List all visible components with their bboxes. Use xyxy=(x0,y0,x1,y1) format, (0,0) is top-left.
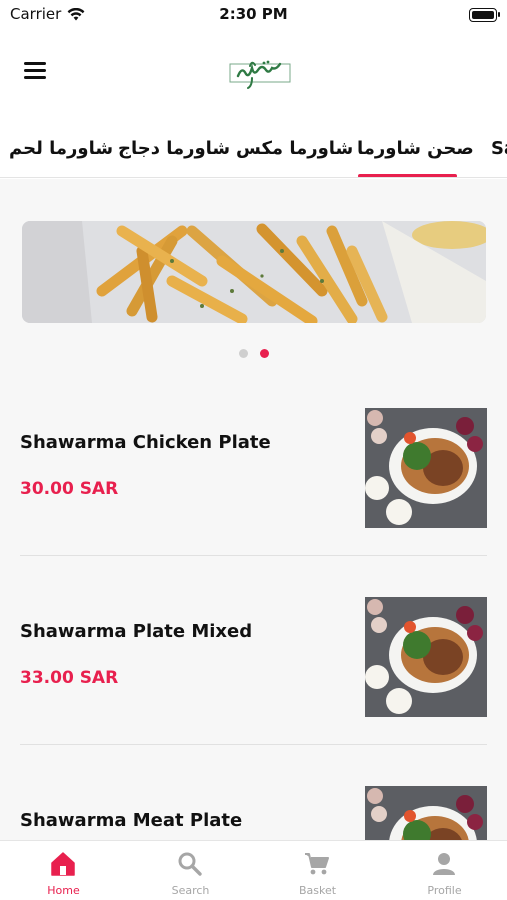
brand-logo xyxy=(229,60,291,89)
item-name: Shawarma Chicken Plate xyxy=(20,432,271,453)
status-time: 2:30 PM xyxy=(219,5,288,23)
pagination-dot-2-active[interactable] xyxy=(260,349,269,358)
nav-profile[interactable]: Profile xyxy=(381,841,507,900)
nav-search-label: Search xyxy=(171,884,210,897)
nav-basket-label: Basket xyxy=(298,884,337,897)
menu-item-card[interactable]: Shawarma Plate Mixed 33.00 SAR xyxy=(20,556,487,745)
promo-banner[interactable] xyxy=(22,221,486,323)
tab-category-5[interactable]: شاورما لحم xyxy=(9,138,113,159)
menu-item-card[interactable]: Shawarma Chicken Plate 30.00 SAR xyxy=(20,367,487,556)
tab-category-4[interactable]: شاورما دجاج xyxy=(118,138,230,159)
banner-pagination xyxy=(0,349,507,359)
nav-search[interactable]: Search xyxy=(127,841,254,900)
shawarma-plate-photo xyxy=(365,597,487,717)
item-price: 30.00 SAR xyxy=(20,479,119,499)
person-icon xyxy=(433,853,455,875)
hamburger-menu-icon[interactable] xyxy=(24,62,46,80)
pagination-dot-1[interactable] xyxy=(239,349,248,358)
item-name: Shawarma Meat Plate xyxy=(20,810,243,831)
tab-category-3[interactable]: شاورما مكس xyxy=(236,138,353,159)
category-tabs: Sa صحن شاورما شاورما مكس شاورما دجاج شاو… xyxy=(0,120,507,178)
item-name: Shawarma Plate Mixed xyxy=(20,621,253,642)
nav-home[interactable]: Home xyxy=(0,841,127,900)
shawarma-plate-photo xyxy=(365,408,487,528)
cart-icon xyxy=(305,853,329,875)
search-icon xyxy=(178,852,202,876)
tab-category-1[interactable]: Sa xyxy=(491,138,507,159)
french-fries-photo xyxy=(22,221,486,323)
home-icon xyxy=(51,852,75,876)
active-tab-indicator xyxy=(358,174,457,177)
menu-item-card[interactable]: Shawarma Meat Plate xyxy=(20,745,487,840)
main-content: Shawarma Chicken Plate 30.00 SAR Shawarm… xyxy=(0,179,507,840)
tab-category-2[interactable]: صحن شاورما xyxy=(357,138,474,159)
nav-basket[interactable]: Basket xyxy=(254,841,381,900)
item-price: 33.00 SAR xyxy=(20,668,119,688)
nav-profile-label: Profile xyxy=(427,884,462,897)
nav-home-label: Home xyxy=(47,884,80,897)
bottom-navigation: Home Search Basket Profile xyxy=(0,840,507,900)
shawarma-plate-photo xyxy=(365,786,487,840)
battery-icon xyxy=(469,8,500,22)
status-bar: Carrier 2:30 PM xyxy=(0,0,507,30)
app-header xyxy=(0,30,507,120)
